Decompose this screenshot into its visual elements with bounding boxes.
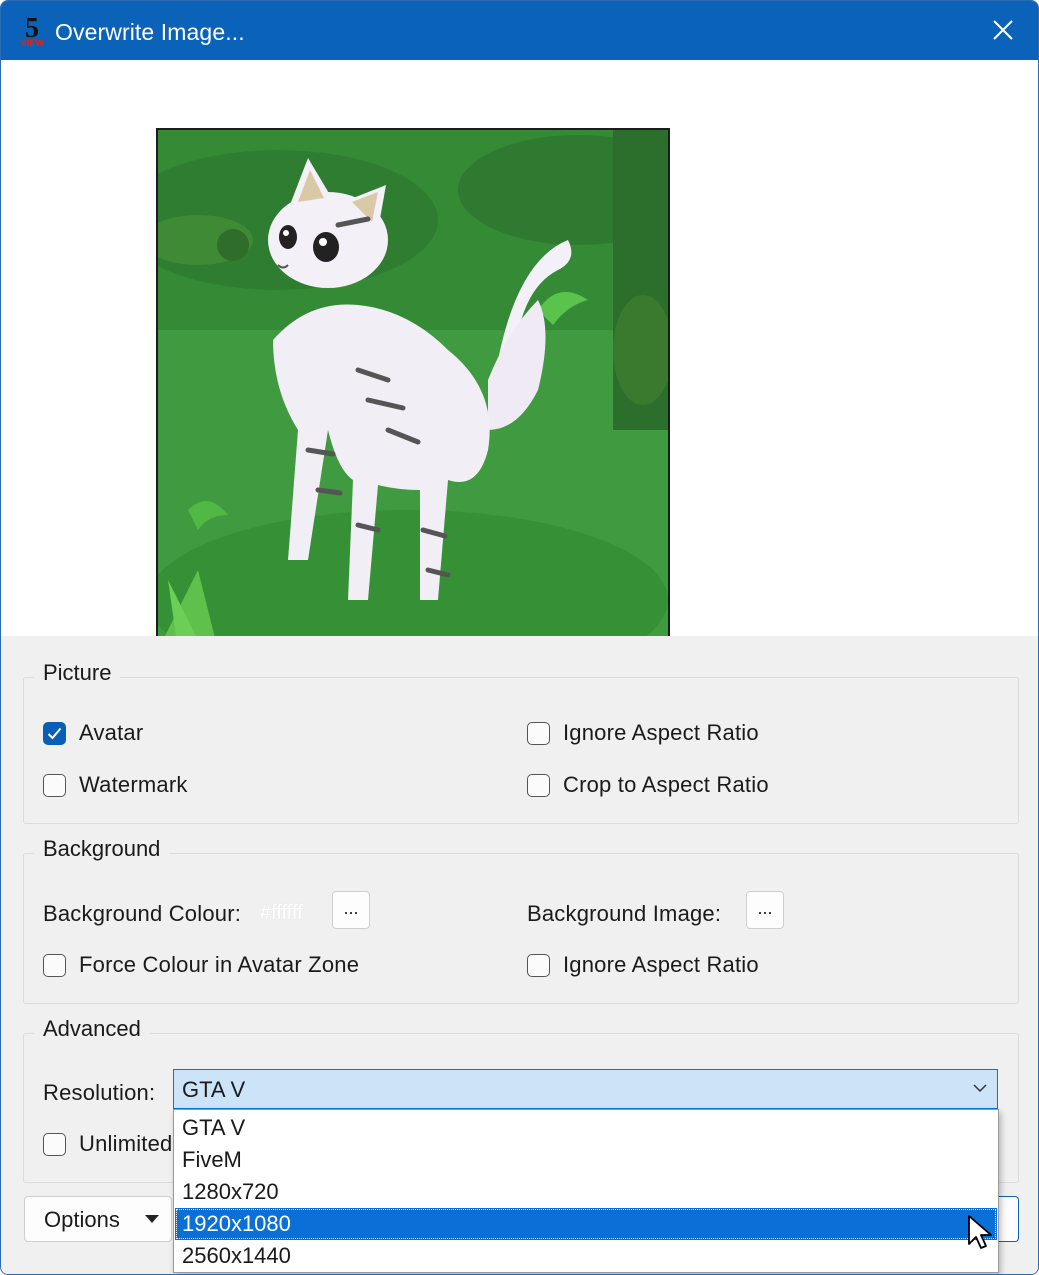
background-ignore-aspect-ratio-checkbox[interactable]: Ignore Aspect Ratio xyxy=(527,950,759,980)
resolution-selected-value: GTA V xyxy=(182,1077,246,1102)
background-colour-picker-button[interactable]: ... xyxy=(332,891,370,929)
background-image-browse-button[interactable]: ... xyxy=(746,891,784,929)
force-colour-checkbox[interactable]: Force Colour in Avatar Zone xyxy=(43,950,359,980)
checkbox-box[interactable] xyxy=(43,953,66,977)
options-label: Options xyxy=(44,1207,120,1232)
svg-text:VIEW: VIEW xyxy=(21,38,45,47)
image-preview-area xyxy=(1,60,1038,650)
background-group-label: Background xyxy=(34,836,170,862)
image-preview xyxy=(156,128,670,650)
advanced-group-label: Advanced xyxy=(34,1016,150,1042)
checkbox-box[interactable] xyxy=(43,721,66,745)
window-title: Overwrite Image... xyxy=(55,19,245,45)
crop-to-aspect-ratio-checkbox[interactable]: Crop to Aspect Ratio xyxy=(527,770,769,800)
app-icon: 5 VIEW xyxy=(21,13,45,47)
resolution-option-1280x720[interactable]: 1280x720 xyxy=(175,1176,997,1208)
background-group: Background Background Colour: #ffffff ..… xyxy=(23,836,1019,1004)
resolution-option-fivem[interactable]: FiveM xyxy=(175,1144,997,1176)
close-button[interactable] xyxy=(968,1,1038,60)
resolution-combobox[interactable]: GTA V xyxy=(173,1069,998,1109)
mouse-cursor-icon xyxy=(968,1215,992,1249)
ignore-aspect-ratio-label: Ignore Aspect Ratio xyxy=(563,720,759,745)
unlimited-checkbox[interactable]: Unlimited xyxy=(43,1129,173,1159)
options-dropdown-button[interactable]: Options xyxy=(24,1196,172,1242)
background-colour-value: #ffffff xyxy=(260,902,303,924)
title-bar: 5 VIEW Overwrite Image... xyxy=(1,1,1038,60)
picture-group: Picture Avatar Watermark Ignore Aspect R… xyxy=(23,660,1019,824)
checkbox-box[interactable] xyxy=(43,1132,66,1156)
chevron-down-icon xyxy=(973,1084,987,1093)
ignore-aspect-ratio-checkbox[interactable]: Ignore Aspect Ratio xyxy=(527,718,759,748)
checkbox-box[interactable] xyxy=(43,773,66,797)
watermark-checkbox[interactable]: Watermark xyxy=(43,770,188,800)
resolution-option-2560x1440[interactable]: 2560x1440 xyxy=(175,1240,997,1272)
settings-panel: Picture Avatar Watermark Ignore Aspect R… xyxy=(1,636,1038,1274)
background-colour-label: Background Colour: xyxy=(43,901,242,926)
cat-avatar-picture xyxy=(158,130,668,650)
avatar-label: Avatar xyxy=(79,720,144,745)
resolution-label: Resolution: xyxy=(43,1080,156,1105)
checkbox-box[interactable] xyxy=(527,721,550,745)
close-icon xyxy=(993,20,1013,40)
resolution-dropdown-list: GTA V FiveM 1280x720 1920x1080 2560x1440 xyxy=(173,1109,999,1273)
checkbox-box[interactable] xyxy=(527,953,550,977)
unlimited-label: Unlimited xyxy=(79,1131,173,1156)
background-image-label: Background Image: xyxy=(527,901,722,926)
force-colour-label: Force Colour in Avatar Zone xyxy=(79,952,360,977)
avatar-checkbox[interactable]: Avatar xyxy=(43,718,143,748)
crop-to-aspect-ratio-label: Crop to Aspect Ratio xyxy=(563,772,769,797)
caret-down-icon xyxy=(145,1215,159,1223)
resolution-option-gta-v[interactable]: GTA V xyxy=(175,1112,997,1144)
checkmark-icon xyxy=(47,727,62,739)
resolution-option-1920x1080[interactable]: 1920x1080 xyxy=(175,1208,997,1240)
checkbox-box[interactable] xyxy=(527,773,550,797)
watermark-label: Watermark xyxy=(79,772,188,797)
background-ignore-aspect-ratio-label: Ignore Aspect Ratio xyxy=(563,952,759,977)
overwrite-image-dialog: 5 VIEW Overwrite Image... Picture Avatar… xyxy=(0,0,1039,1275)
picture-group-label: Picture xyxy=(34,660,121,686)
